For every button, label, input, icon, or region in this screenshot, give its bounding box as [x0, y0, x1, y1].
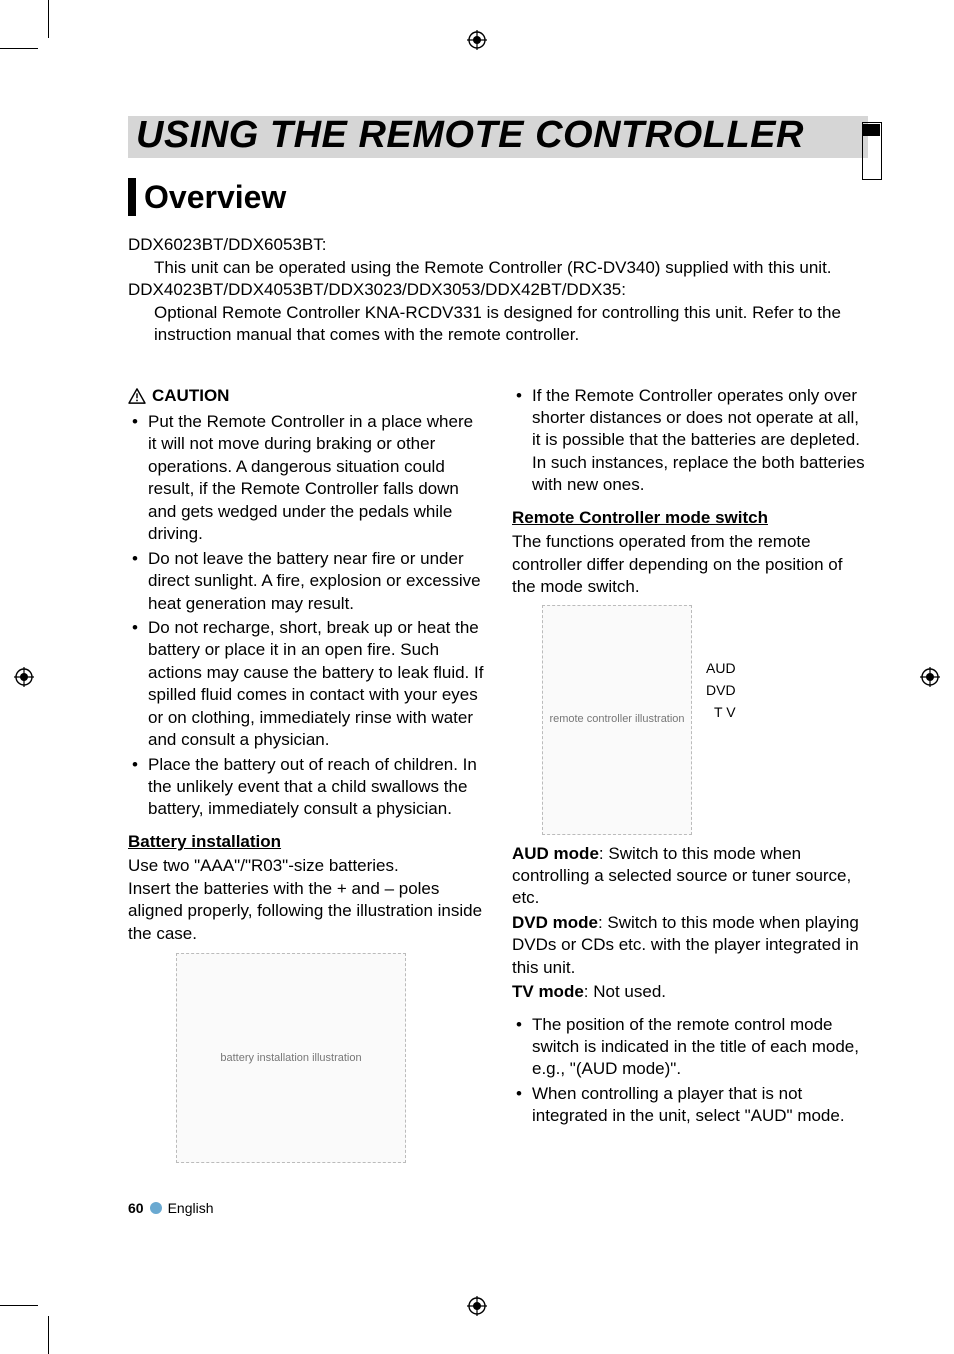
tv-mode-line: TV mode: Not used.: [512, 981, 868, 1003]
footer-dot-icon: [150, 1202, 162, 1214]
mode-switch-labels: AUD DVD T V: [706, 605, 754, 724]
battery-illustration: battery installation illustration: [176, 953, 406, 1163]
right-top-list: If the Remote Controller operates only o…: [512, 385, 868, 497]
crop-mark: [0, 1305, 38, 1306]
caution-item: Do not leave the battery near fire or un…: [128, 548, 484, 615]
footer-language: English: [168, 1200, 214, 1216]
mode-switch-heading: Remote Controller mode switch: [512, 507, 868, 529]
caution-label: CAUTION: [152, 385, 229, 407]
intro-models-2: DDX4023BT/DDX4053BT/DDX3023/DDX3053/DDX4…: [128, 279, 868, 301]
mode-label-aud: AUD: [706, 657, 754, 679]
right-column: If the Remote Controller operates only o…: [512, 385, 868, 1164]
page-content: USING THE REMOTE CONTROLLER Overview DDX…: [128, 116, 868, 1216]
caution-heading: CAUTION: [128, 385, 484, 407]
caution-item: Put the Remote Controller in a place whe…: [128, 411, 484, 546]
chapter-title-bar: USING THE REMOTE CONTROLLER: [128, 116, 868, 158]
aud-mode-line: AUD mode: Switch to this mode when contr…: [512, 843, 868, 910]
battery-note-item: If the Remote Controller operates only o…: [512, 385, 868, 497]
dvd-mode-label: DVD mode: [512, 913, 598, 932]
aud-mode-label: AUD mode: [512, 844, 599, 863]
reg-mark-right: [920, 667, 940, 687]
page-footer: 60 English: [128, 1200, 214, 1216]
battery-heading: Battery installation: [128, 831, 484, 853]
mode-note-item: The position of the remote control mode …: [512, 1014, 868, 1081]
mode-note-item: When controlling a player that is not in…: [512, 1083, 868, 1128]
intro-block: DDX6023BT/DDX6053BT: This unit can be op…: [128, 234, 868, 346]
mode-switch-intro: The functions operated from the remote c…: [512, 531, 868, 598]
mode-label-tv: T V: [706, 701, 754, 723]
dvd-mode-line: DVD mode: Switch to this mode when playi…: [512, 912, 868, 979]
crop-mark: [48, 0, 49, 38]
intro-desc-2: Optional Remote Controller KNA-RCDV331 i…: [128, 302, 868, 347]
intro-models-1: DDX6023BT/DDX6053BT:: [128, 234, 868, 256]
tv-mode-label: TV mode: [512, 982, 584, 1001]
tv-mode-text: : Not used.: [584, 982, 666, 1001]
mode-label-dvd: DVD: [706, 679, 754, 701]
page-number: 60: [128, 1200, 144, 1216]
battery-line-2: Insert the batteries with the + and – po…: [128, 878, 484, 945]
section-heading: Overview: [128, 178, 868, 216]
reg-mark-top: [467, 30, 487, 50]
intro-desc-1: This unit can be operated using the Remo…: [128, 257, 868, 279]
reg-mark-left: [14, 667, 34, 687]
chapter-title: USING THE REMOTE CONTROLLER: [136, 114, 804, 156]
crop-mark: [0, 48, 38, 49]
mode-slider-knob: [862, 124, 880, 136]
caution-list: Put the Remote Controller in a place whe…: [128, 411, 484, 821]
caution-item: Place the battery out of reach of childr…: [128, 754, 484, 821]
crop-mark: [48, 1316, 49, 1354]
caution-item: Do not recharge, short, break up or heat…: [128, 617, 484, 752]
battery-line-1: Use two "AAA"/"R03"-size batteries.: [128, 855, 484, 877]
mode-notes-list: The position of the remote control mode …: [512, 1014, 868, 1128]
remote-figure-group: remote controller illustration AUD DVD T…: [542, 605, 868, 835]
warning-icon: [128, 388, 146, 404]
left-column: CAUTION Put the Remote Controller in a p…: [128, 385, 484, 1164]
reg-mark-bottom: [467, 1296, 487, 1316]
remote-illustration: remote controller illustration: [542, 605, 692, 835]
